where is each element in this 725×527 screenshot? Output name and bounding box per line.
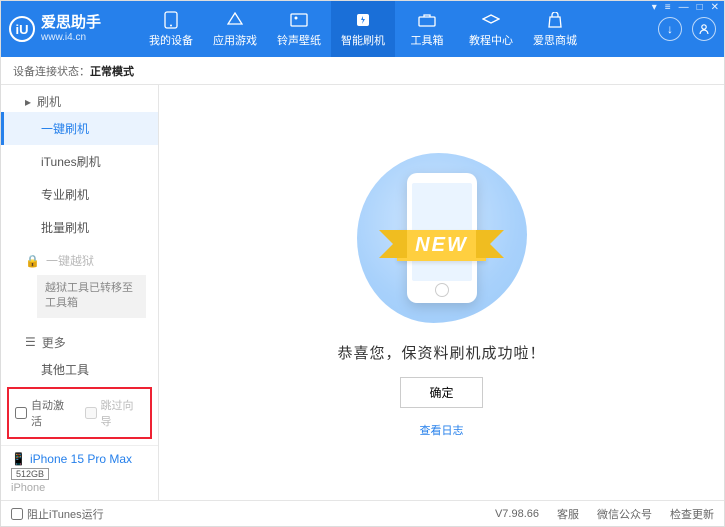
logo-icon: iU [9, 16, 35, 42]
success-illustration: NEW [352, 148, 532, 328]
minimize-icon[interactable]: — [679, 2, 689, 13]
wechat-link[interactable]: 微信公众号 [597, 506, 652, 522]
success-message: 恭喜您，保资料刷机成功啦！ [337, 342, 545, 363]
document-icon: ▸ [25, 95, 31, 109]
close-icon[interactable]: ✕ [711, 2, 719, 13]
graduation-icon [481, 11, 501, 29]
logo[interactable]: iU 爱思助手 www.i4.cn [9, 15, 139, 43]
check-update-link[interactable]: 检查更新 [670, 506, 714, 522]
nav-label: 爱思商城 [533, 32, 577, 48]
lock-icon: 🔒 [25, 254, 40, 268]
menu-icon[interactable]: ≡ [665, 2, 671, 13]
skip-setup-checkbox[interactable]: 跳过向导 [85, 397, 145, 429]
window-controls: ▾ ≡ — □ ✕ [652, 2, 719, 13]
sidebar-item-itunes-flash[interactable]: iTunes刷机 [1, 145, 158, 178]
sidebar-item-batch-flash[interactable]: 批量刷机 [1, 211, 158, 244]
status-value: 正常模式 [90, 63, 134, 79]
support-link[interactable]: 客服 [557, 506, 579, 522]
user-button[interactable] [692, 17, 716, 41]
download-button[interactable]: ↓ [658, 17, 682, 41]
bag-icon [545, 11, 565, 29]
nav-apps[interactable]: 应用游戏 [203, 1, 267, 57]
toolbox-icon [417, 11, 437, 29]
sidebar-item-pro-flash[interactable]: 专业刷机 [1, 178, 158, 211]
new-ribbon: NEW [397, 230, 486, 261]
status-label: 设备连接状态： [13, 63, 90, 79]
sidebar-item-oneclick-flash[interactable]: 一键刷机 [1, 112, 158, 145]
device-info: 📱 iPhone 15 Pro Max 512GB iPhone [1, 445, 158, 500]
sidebar: ▸ 刷机 一键刷机 iTunes刷机 专业刷机 批量刷机 🔒 一键越狱 越狱工具… [1, 85, 159, 500]
nav-label: 智能刷机 [341, 32, 385, 48]
nav-label: 工具箱 [411, 32, 444, 48]
nav-label: 我的设备 [149, 32, 193, 48]
phone-icon [161, 11, 181, 29]
maximize-icon[interactable]: □ [697, 2, 703, 13]
sidebar-group-jailbreak: 🔒 一键越狱 [1, 244, 158, 271]
nav-tutorials[interactable]: 教程中心 [459, 1, 523, 57]
skip-setup-input[interactable] [85, 407, 97, 419]
jailbreak-note: 越狱工具已转移至工具箱 [37, 275, 146, 318]
checkbox-highlight-zone: 自动激活 跳过向导 [7, 387, 152, 439]
ok-button[interactable]: 确定 [400, 377, 482, 408]
main-content: NEW 恭喜您，保资料刷机成功啦！ 确定 查看日志 [159, 85, 724, 500]
nav-ringtones[interactable]: 铃声壁纸 [267, 1, 331, 57]
nav-flash[interactable]: 智能刷机 [331, 1, 395, 57]
auto-activate-input[interactable] [15, 407, 27, 419]
sidebar-group-more[interactable]: ☰ 更多 [1, 326, 158, 353]
top-nav: 我的设备 应用游戏 铃声壁纸 智能刷机 工具箱 教程中心 爱思商城 [139, 1, 658, 57]
sidebar-item-other-tools[interactable]: 其他工具 [1, 353, 158, 381]
header-actions: ↓ [658, 17, 716, 41]
view-log-link[interactable]: 查看日志 [420, 422, 464, 438]
auto-activate-checkbox[interactable]: 自动激活 [15, 397, 75, 429]
nav-label: 教程中心 [469, 32, 513, 48]
dropdown-icon[interactable]: ▾ [652, 2, 657, 13]
block-itunes-checkbox[interactable]: 阻止iTunes运行 [11, 506, 104, 522]
header: iU 爱思助手 www.i4.cn 我的设备 应用游戏 铃声壁纸 智能刷机 工具… [1, 1, 724, 57]
apps-icon [225, 11, 245, 29]
device-storage: 512GB [11, 468, 49, 480]
version-text: V7.98.66 [495, 508, 539, 520]
device-type: iPhone [11, 482, 148, 494]
nav-store[interactable]: 爱思商城 [523, 1, 587, 57]
flash-icon [353, 11, 373, 29]
phone-small-icon: 📱 [11, 452, 26, 466]
block-itunes-input[interactable] [11, 508, 23, 520]
nav-label: 应用游戏 [213, 32, 257, 48]
status-bar: 设备连接状态： 正常模式 [1, 57, 724, 85]
app-title: 爱思助手 [41, 15, 101, 32]
nav-my-device[interactable]: 我的设备 [139, 1, 203, 57]
image-icon [289, 11, 309, 29]
app-url: www.i4.cn [41, 32, 101, 43]
device-name[interactable]: 📱 iPhone 15 Pro Max [11, 452, 148, 466]
footer: 阻止iTunes运行 V7.98.66 客服 微信公众号 检查更新 [1, 500, 724, 526]
nav-toolbox[interactable]: 工具箱 [395, 1, 459, 57]
menu-icon: ☰ [25, 335, 36, 349]
nav-label: 铃声壁纸 [277, 32, 321, 48]
sidebar-group-flash[interactable]: ▸ 刷机 [1, 85, 158, 112]
